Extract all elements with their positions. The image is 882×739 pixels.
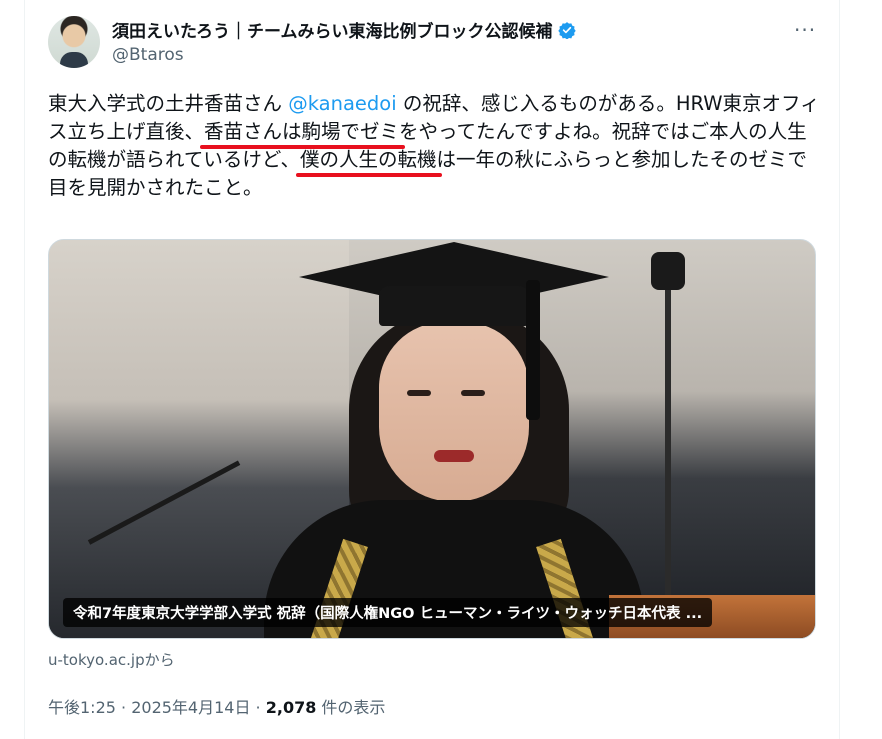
meta-separator: · (115, 698, 132, 717)
tweet-text-segment: 東大入学式の土井香苗さん (48, 92, 289, 115)
avatar[interactable] (48, 16, 100, 68)
underlined-phrase: 香苗さんは駒場でゼミ (204, 120, 400, 143)
mention-link[interactable]: @kanaedoi (288, 92, 396, 115)
eye-left (407, 390, 431, 396)
link-card-title[interactable]: 令和7年度東京大学学部入学式 祝辞（国際人権NGO ヒューマン・ライツ・ウォッチ… (63, 598, 713, 627)
link-card-image[interactable]: 令和7年度東京大学学部入学式 祝辞（国際人権NGO ヒューマン・ライツ・ウォッチ… (48, 239, 816, 639)
face (379, 322, 529, 502)
microphone-head (651, 252, 685, 290)
tweet-text: 東大入学式の土井香苗さん @kanaedoi の祝辞、感じ入るものがある。HRW… (48, 90, 820, 202)
microphone-stand (665, 260, 671, 638)
link-source-domain[interactable]: u-tokyo.ac.jpから (48, 649, 175, 670)
tweet-meta: 午後1:25 · 2025年4月14日 · 2,078 件の表示 (48, 694, 385, 718)
author-handle[interactable]: @Btaros (112, 45, 184, 65)
views-count: 2,078 (265, 698, 317, 717)
meta-separator: · (250, 698, 266, 717)
lips (434, 450, 474, 462)
tassel (526, 280, 540, 420)
eye-right (461, 390, 485, 396)
author-name-row[interactable]: 須田えいたろう｜チームみらい東海比例ブロック公認候補 (112, 17, 577, 42)
tweet-time[interactable]: 午後1:25 (48, 698, 116, 717)
verified-badge-icon (558, 21, 577, 39)
views-label: 件の表示 (316, 698, 386, 717)
author-display-name[interactable]: 須田えいたろう｜チームみらい東海比例ブロック公認候補 (112, 17, 552, 42)
underlined-phrase: 僕の人生の転機 (299, 148, 437, 171)
tweet-date[interactable]: 2025年4月14日 (131, 698, 250, 717)
cap-band (379, 286, 529, 326)
more-options-icon[interactable]: ··· (794, 18, 816, 42)
